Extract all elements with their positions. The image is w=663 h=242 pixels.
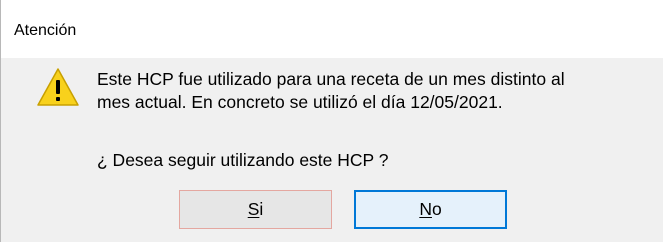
yes-label-rest: i bbox=[259, 199, 264, 219]
warning-icon bbox=[37, 68, 79, 106]
yes-button[interactable]: Si bbox=[179, 190, 332, 229]
no-button[interactable]: No bbox=[354, 190, 507, 229]
no-accelerator: N bbox=[419, 199, 432, 219]
message-line: Este HCP fue utilizado para una receta d… bbox=[97, 69, 565, 89]
yes-accelerator: S bbox=[247, 199, 260, 219]
dialog-title: Atención bbox=[14, 22, 77, 39]
message-dialog: Atención Este HCP fue utilizado para una… bbox=[0, 0, 663, 242]
yes-button-label: Si bbox=[248, 199, 264, 220]
title-bar: Atención bbox=[1, 0, 663, 58]
dialog-question: ¿ Desea seguir utilizando este HCP ? bbox=[97, 150, 389, 170]
message-line: mes actual. En concreto se utilizó el dí… bbox=[97, 92, 503, 112]
dialog-message: Este HCP fue utilizado para una receta d… bbox=[97, 68, 657, 114]
no-label-rest: o bbox=[431, 199, 442, 219]
no-button-label: No bbox=[419, 199, 441, 220]
